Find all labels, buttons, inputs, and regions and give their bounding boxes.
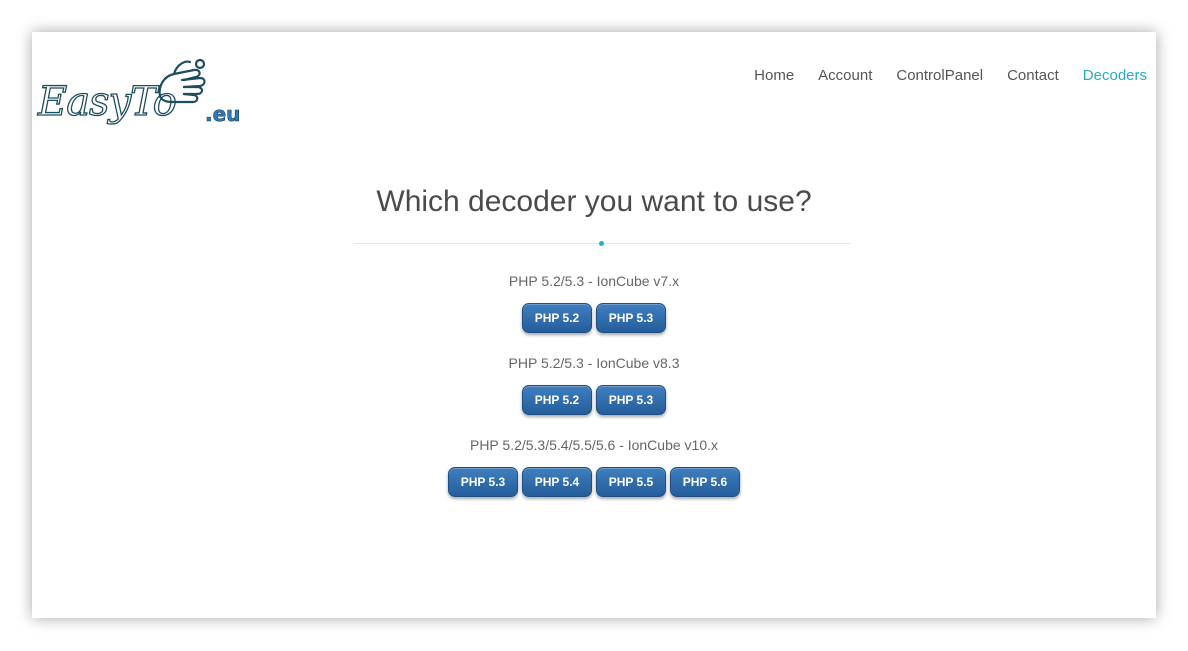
decoder-button-php54-v10[interactable]: PHP 5.4 [522, 467, 592, 497]
nav-home[interactable]: Home [754, 67, 794, 84]
section-label-ioncube-v8: PHP 5.2/5.3 - IonCube v8.3 [508, 355, 680, 371]
nav-decoders[interactable]: Decoders [1083, 67, 1147, 84]
button-row-ioncube-v7: PHP 5.2 PHP 5.3 [32, 303, 1156, 333]
nav-contact[interactable]: Contact [1007, 67, 1059, 84]
decoder-button-php53-v8[interactable]: PHP 5.3 [596, 385, 666, 415]
section-label-ioncube-v7: PHP 5.2/5.3 - IonCube v7.x [508, 273, 680, 289]
decoder-button-php53-v10[interactable]: PHP 5.3 [448, 467, 518, 497]
button-row-ioncube-v8: PHP 5.2 PHP 5.3 [32, 385, 1156, 415]
decoder-button-php52-v7[interactable]: PHP 5.2 [522, 303, 592, 333]
decoder-button-php55-v10[interactable]: PHP 5.5 [596, 467, 666, 497]
main-nav: Home Account ControlPanel Contact Decode… [754, 67, 1147, 84]
logo-domain-ext: .eu [205, 102, 241, 126]
nav-account[interactable]: Account [818, 67, 872, 84]
nav-controlpanel[interactable]: ControlPanel [896, 67, 983, 84]
section-label-ioncube-v10: PHP 5.2/5.3/5.4/5.5/5.6 - IonCube v10.x [469, 437, 718, 453]
divider-dot [599, 241, 604, 246]
pointing-hand-icon [158, 58, 206, 104]
page-title: Which decoder you want to use? [376, 185, 812, 218]
decoder-button-php56-v10[interactable]: PHP 5.6 [670, 467, 740, 497]
decoder-button-php53-v7[interactable]: PHP 5.3 [596, 303, 666, 333]
site-logo[interactable]: EasyTo .eu [32, 54, 241, 130]
page-card: EasyTo .eu Home Account ControlPanel Con… [32, 32, 1156, 618]
button-row-ioncube-v10: PHP 5.3 PHP 5.4 PHP 5.5 PHP 5.6 [32, 467, 1156, 497]
decoder-button-php52-v8[interactable]: PHP 5.2 [522, 385, 592, 415]
